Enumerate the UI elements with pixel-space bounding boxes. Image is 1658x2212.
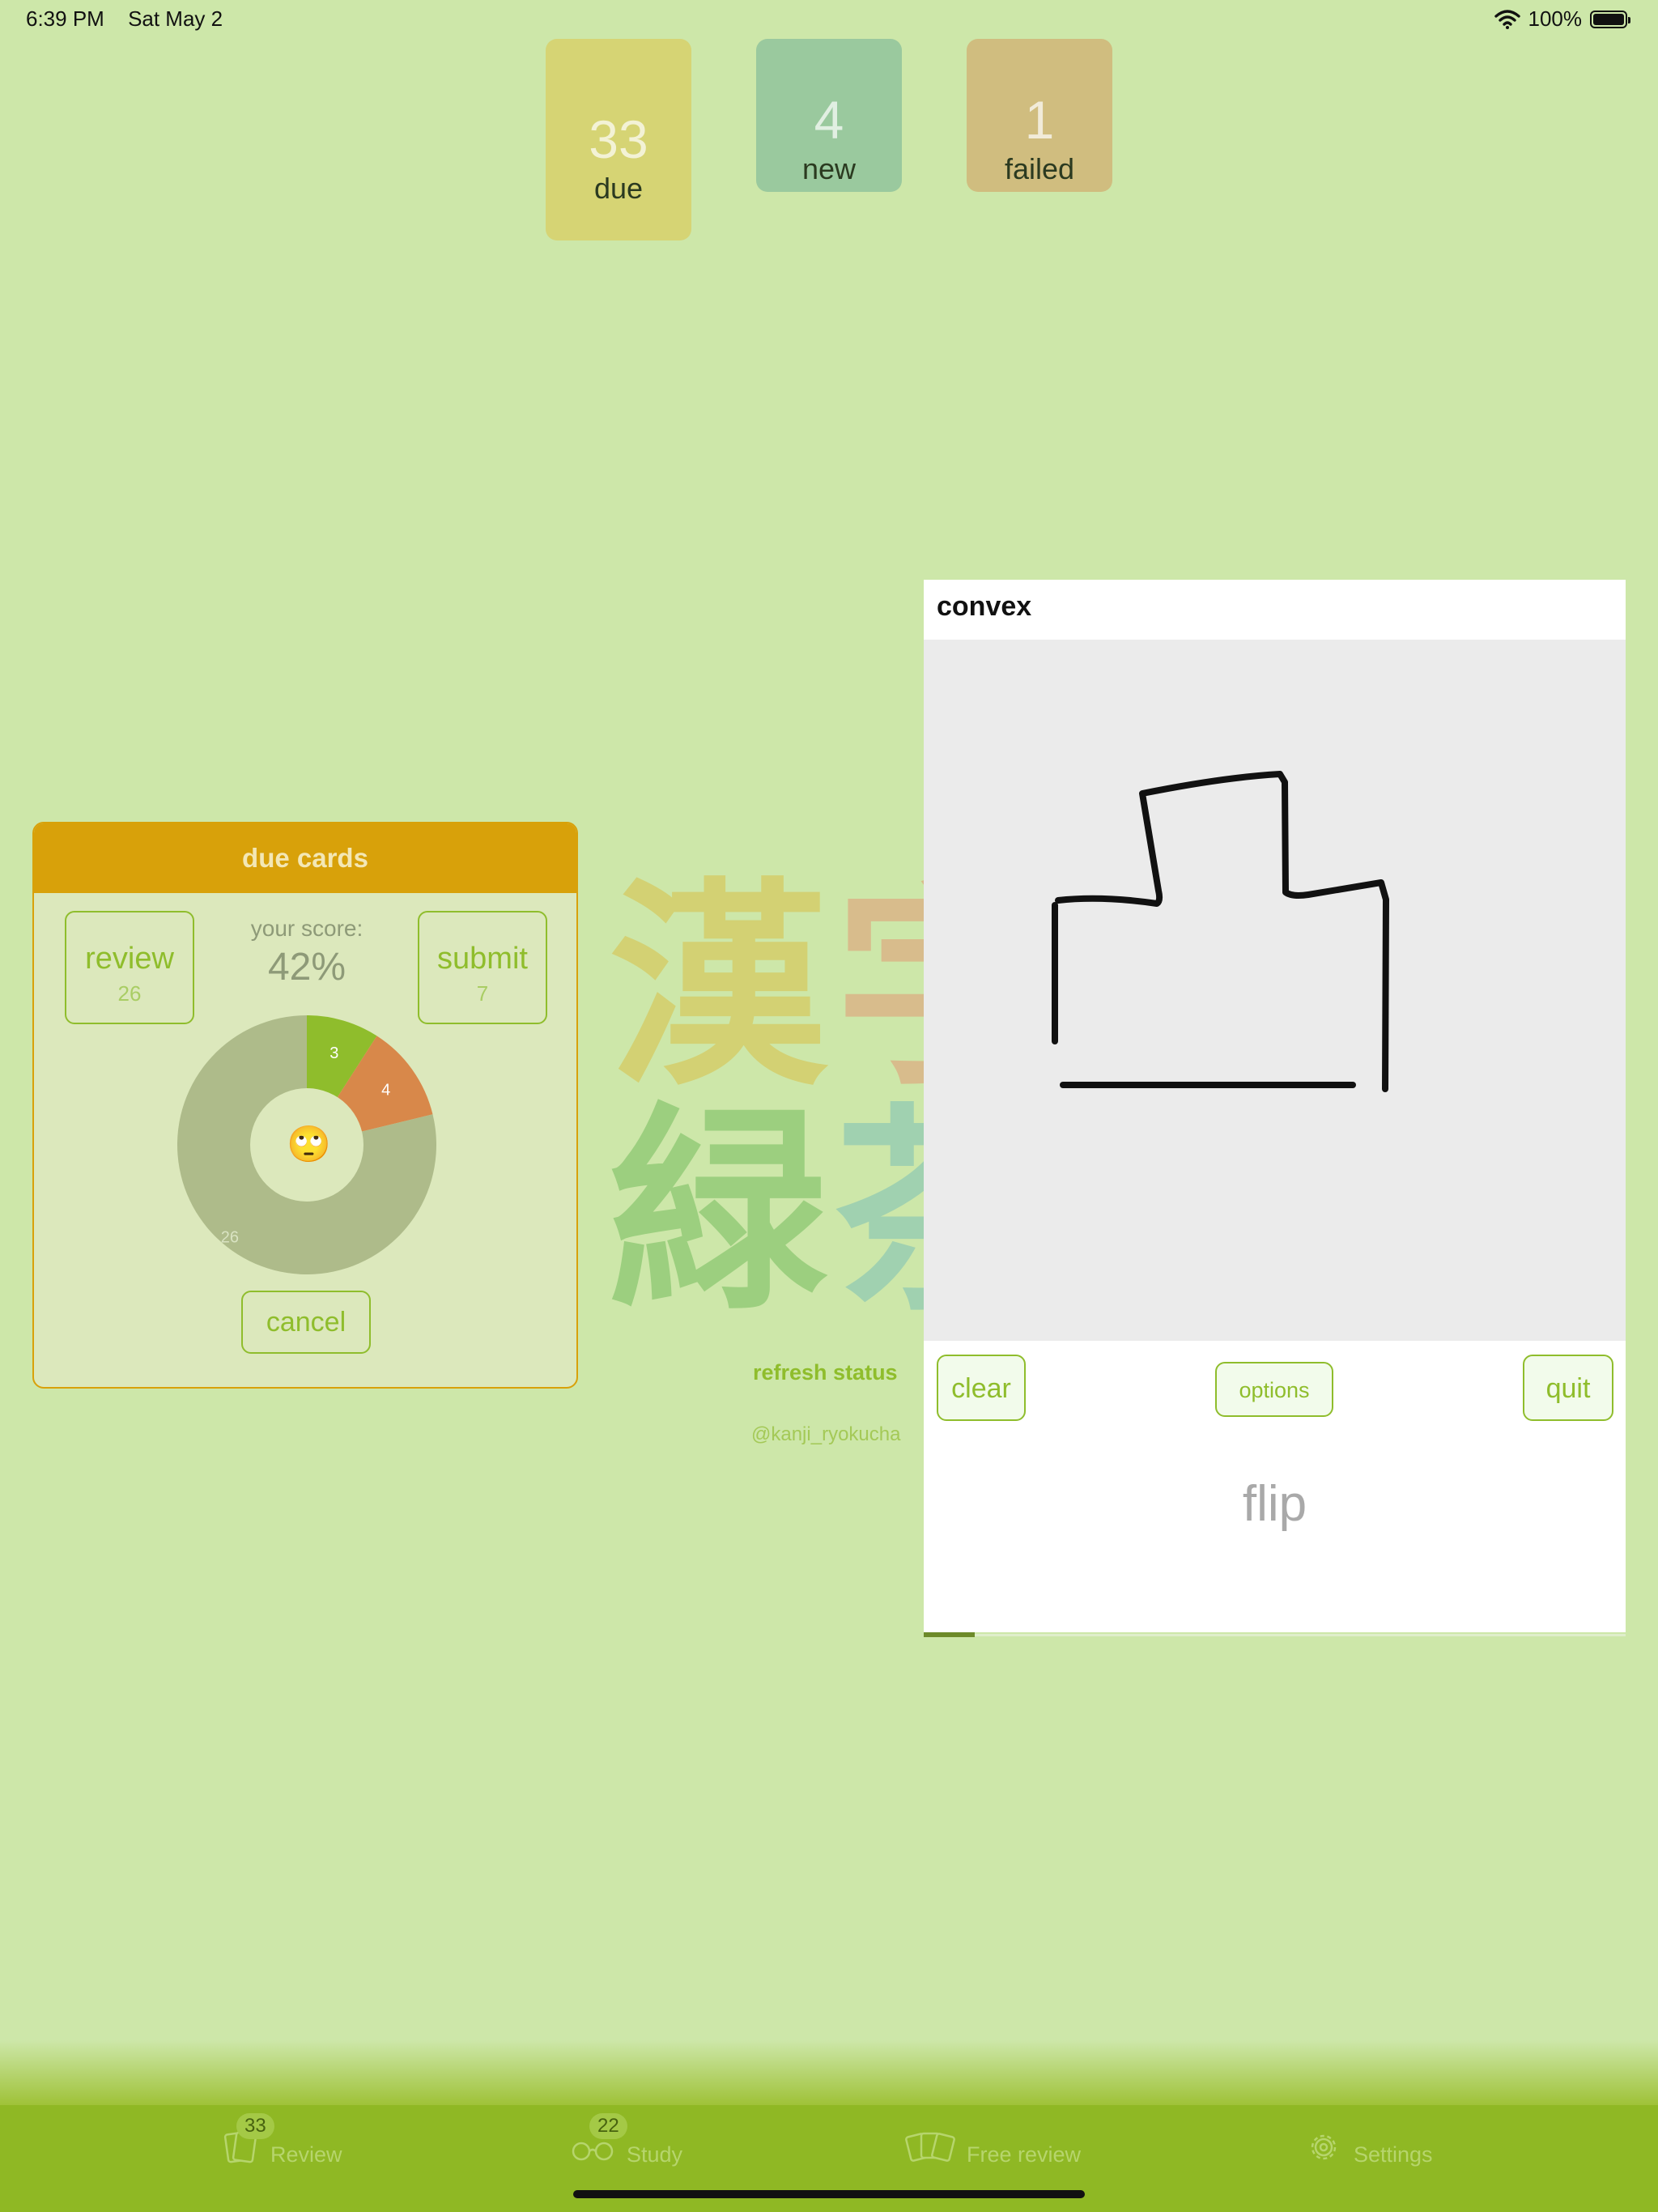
cancel-button[interactable]: cancel	[241, 1291, 371, 1354]
failed-count: 1	[1024, 90, 1055, 150]
review-label: review	[85, 942, 174, 976]
new-label: new	[801, 152, 857, 185]
status-bar-left: 6:39 PM Sat May 2	[26, 6, 240, 32]
options-button[interactable]: options	[1215, 1362, 1333, 1417]
due-label: due	[593, 172, 644, 205]
score-label: your score:	[250, 916, 363, 941]
clear-button[interactable]: clear	[937, 1355, 1026, 1421]
submit-label: submit	[437, 942, 528, 976]
status-time: 6:39 PM	[26, 6, 104, 31]
status-date: Sat May 2	[128, 6, 223, 31]
tab-study-badge: 22	[589, 2113, 627, 2139]
kanji-logo-ryoku: 緑	[609, 1085, 827, 1340]
donut-label-failed: 4	[381, 1081, 390, 1099]
flying-cards-icon	[905, 2132, 955, 2162]
flashcard: convex clear options quit flip	[924, 580, 1626, 1637]
card-progress-fill	[924, 1632, 976, 1637]
gear-icon	[1311, 2134, 1337, 2159]
due-cards-title: due cards	[34, 823, 576, 893]
handwritten-stroke	[1052, 771, 1389, 1092]
twitter-handle-link[interactable]: @kanji_ryokucha	[751, 1423, 900, 1446]
tab-study-label: Study	[627, 2142, 683, 2167]
submit-count: 7	[476, 981, 489, 1006]
score-value: 42%	[267, 946, 346, 989]
new-counter[interactable]: 4 new	[756, 39, 902, 192]
battery-percent: 100%	[1528, 6, 1583, 31]
status-bar-right: 100%	[1494, 6, 1630, 32]
quit-button[interactable]: quit	[1523, 1355, 1613, 1421]
refresh-status-link[interactable]: refresh status	[753, 1360, 898, 1385]
failed-label: failed	[1004, 152, 1075, 185]
due-cards-panel: due cards review 26 your score: 42% subm…	[32, 822, 578, 1389]
tab-settings[interactable]: Settings	[1305, 2126, 1433, 2167]
tab-free-review-label: Free review	[967, 2142, 1082, 2167]
flip-button[interactable]: flip	[924, 1475, 1626, 1533]
face-with-rolling-eyes-icon: 🙄	[287, 1125, 331, 1164]
new-count: 4	[814, 90, 844, 150]
tab-review-badge: 33	[236, 2113, 274, 2139]
tabbar-fade	[0, 2040, 1658, 2105]
due-counter[interactable]: 33 due	[546, 39, 691, 240]
score-block: your score: 42%	[212, 916, 402, 989]
review-count: 26	[117, 981, 142, 1006]
due-count: 33	[589, 109, 648, 169]
card-prompt: convex	[937, 591, 1032, 622]
card-progress-track	[924, 1634, 1626, 1636]
submit-button[interactable]: submit 7	[418, 911, 547, 1024]
tab-review-label: Review	[270, 2142, 342, 2167]
tab-settings-label: Settings	[1354, 2142, 1433, 2167]
tab-study[interactable]: Study	[570, 2126, 682, 2167]
wifi-icon	[1494, 9, 1520, 29]
donut-label-remaining: 26	[221, 1229, 239, 1247]
failed-counter[interactable]: 1 failed	[967, 39, 1112, 192]
review-button[interactable]: review 26	[65, 911, 194, 1024]
home-indicator	[573, 2190, 1085, 2198]
battery-icon	[1590, 10, 1630, 28]
donut-label-correct: 3	[329, 1044, 338, 1062]
kanji-logo-kan: 漢	[609, 860, 827, 1115]
battery-level	[1593, 13, 1624, 25]
tab-free-review[interactable]: Free review	[903, 2126, 1081, 2167]
drawing-canvas[interactable]	[924, 640, 1626, 1341]
